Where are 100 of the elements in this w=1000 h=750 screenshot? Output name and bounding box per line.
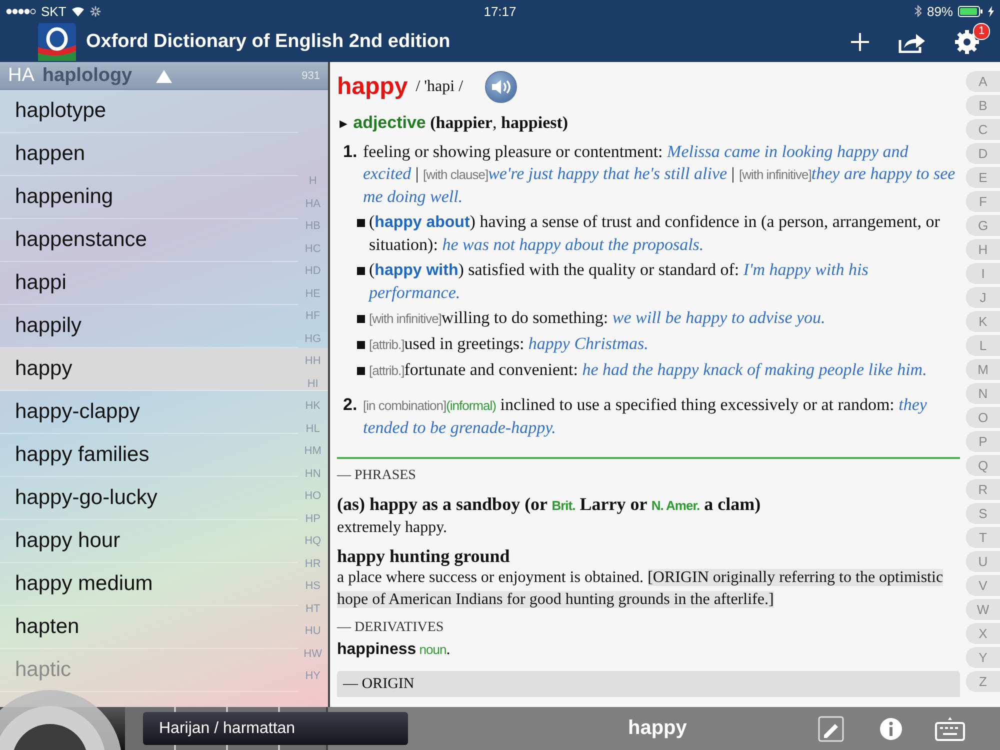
notification-badge: 1 xyxy=(973,23,990,40)
alphabet-tab[interactable]: H xyxy=(966,238,1000,260)
index-letter[interactable]: HQ xyxy=(304,530,322,552)
alphabet-tab[interactable]: M xyxy=(966,358,1000,380)
index-letter[interactable]: HT xyxy=(306,598,320,620)
wifi-icon xyxy=(71,6,86,16)
keyboard-icon[interactable] xyxy=(935,716,965,742)
index-letter[interactable]: HO xyxy=(304,485,322,508)
alphabet-tab[interactable]: J xyxy=(966,286,1000,308)
word-list-item[interactable]: happenstance xyxy=(0,219,298,262)
alphabet-tab[interactable]: D xyxy=(966,142,1000,164)
current-word: happy xyxy=(628,717,687,740)
definition-text: a place where success or enjoyment is obtained. [ORIGIN originally referring to the optimistic hope of American Indians for good hunting grounds in the afterlife.] xyxy=(337,568,944,610)
definition-text: [with infinitive]willing to do something: we will be happy to advise you. xyxy=(369,307,826,329)
part-of-speech-line: ► adjective (happier, happiest) xyxy=(337,112,570,134)
pronunciation: / 'hapi / xyxy=(416,77,464,97)
word-list-item[interactable]: happy families xyxy=(0,434,298,477)
definition-text: feeling or showing pleasure or contentment: Melissa came in looking happy and excited | [with clause]we're just happy that he's still alive | [with infinitive]they are happy to see me doing well. xyxy=(363,141,956,208)
word-list-item[interactable]: happi xyxy=(0,262,298,305)
list-word: haplology xyxy=(42,64,132,86)
battery-icon xyxy=(958,6,983,16)
alphabet-tab[interactable]: T xyxy=(966,526,1000,548)
alphabet-tab[interactable]: Q xyxy=(966,454,1000,476)
index-letter[interactable]: HE xyxy=(305,282,320,305)
alphabet-tab[interactable]: B xyxy=(966,94,1000,116)
bullet-icon xyxy=(357,341,365,349)
alphabet-tab[interactable]: I xyxy=(966,262,1000,284)
index-letter[interactable]: HD xyxy=(304,260,321,282)
definition-text: (happy with) satisfied with the quality or standard of: I'm happy with his performance. xyxy=(369,259,870,304)
alphabet-tab[interactable]: V xyxy=(966,574,1000,596)
definition-text: [in combination](informal) inclined to use a specified thing excessively or at random: they tended to be grenade-happy. xyxy=(363,394,928,439)
word-list-item[interactable]: happen xyxy=(0,133,298,176)
index-letter[interactable]: HK xyxy=(305,395,320,418)
word-list-item[interactable]: happy hour xyxy=(0,520,298,563)
index-letter[interactable]: HA xyxy=(305,192,320,215)
index-letter[interactable]: HH xyxy=(304,350,321,372)
speaker-button[interactable] xyxy=(485,71,518,103)
index-letter[interactable]: HL xyxy=(306,418,320,440)
index-letter[interactable]: HS xyxy=(305,575,320,598)
alphabet-tab[interactable]: G xyxy=(966,214,1000,236)
battery-percent: 89% xyxy=(926,4,953,18)
alphabet-tab[interactable]: W xyxy=(966,598,1000,620)
alphabet-tab[interactable]: Z xyxy=(966,670,1000,692)
section-heading: — DERIVATIVES xyxy=(337,619,445,637)
logo-icon xyxy=(38,23,76,61)
word-list-item[interactable]: happy-clappy xyxy=(0,391,298,434)
index-letter[interactable]: HP xyxy=(305,508,320,530)
phrase-headword: happy hunting ground xyxy=(337,545,511,567)
index-letter[interactable]: HC xyxy=(304,238,321,260)
info-icon[interactable] xyxy=(879,716,903,740)
scrub-tooltip: Harijan / harmattan xyxy=(143,712,408,745)
definition-text: [attrib.]fortunate and convenient: he had the happy knack of making people like him. xyxy=(369,359,928,381)
alphabet-tab[interactable]: K xyxy=(966,310,1000,332)
index-letter[interactable]: HB xyxy=(305,215,320,238)
bullet-icon xyxy=(357,367,365,375)
definition-text: happiness noun. xyxy=(337,640,452,660)
share-icon[interactable] xyxy=(898,31,926,53)
alphabet-tab[interactable]: A xyxy=(966,71,1000,92)
app-title: Oxford Dictionary of English 2nd edition xyxy=(86,31,450,53)
definition-text: extremely happy. xyxy=(337,518,448,538)
alphabet-tab[interactable]: X xyxy=(966,622,1000,644)
add-icon[interactable] xyxy=(850,32,870,52)
up-triangle-icon[interactable] xyxy=(156,70,172,83)
index-letter[interactable]: HG xyxy=(304,328,322,350)
index-letter[interactable]: HN xyxy=(304,462,321,485)
word-list-item[interactable]: happy medium xyxy=(0,563,298,606)
eraser-icon[interactable] xyxy=(818,716,844,742)
headword: happy xyxy=(337,76,408,98)
alphabet-tab[interactable]: P xyxy=(966,430,1000,452)
index-letter[interactable]: H xyxy=(308,170,317,192)
alphabet-tab[interactable]: U xyxy=(966,550,1000,572)
bullet-icon xyxy=(357,267,365,275)
alphabet-tab[interactable]: Y xyxy=(966,646,1000,668)
word-list-item[interactable]: haplotype xyxy=(0,90,298,133)
alphabet-tab[interactable]: N xyxy=(966,382,1000,404)
bluetooth-icon xyxy=(914,5,922,17)
speaker-icon xyxy=(490,78,512,96)
section-heading: — ORIGIN xyxy=(337,671,960,697)
index-letter[interactable]: HU xyxy=(304,620,321,642)
alphabet-tab[interactable]: R xyxy=(966,478,1000,500)
index-letter[interactable]: HY xyxy=(305,665,320,688)
alphabet-tab[interactable]: O xyxy=(966,406,1000,428)
index-letter[interactable]: HM xyxy=(304,440,322,462)
index-letter[interactable]: HF xyxy=(306,305,320,328)
alphabet-tab[interactable]: C xyxy=(966,118,1000,140)
sense-number: 1. xyxy=(343,141,358,163)
alphabet-tab[interactable]: E xyxy=(966,166,1000,188)
bullet-icon xyxy=(357,219,365,227)
word-list-item[interactable]: happy-go-lucky xyxy=(0,477,298,520)
word-list-item[interactable]: hapten xyxy=(0,606,298,649)
alphabet-tab[interactable]: F xyxy=(966,190,1000,212)
charging-icon xyxy=(988,6,994,16)
phrase-headword: (as) happy as a sandboy (or Brit. Larry or N. Amer. a clam) xyxy=(337,493,762,516)
definition-text: (happy about) having a sense of trust and confidence in (a person, arrangement, or situation): he was not happy about the proposals. xyxy=(369,211,941,256)
alphabet-tab[interactable]: L xyxy=(966,334,1000,356)
index-letter[interactable]: HW xyxy=(304,642,322,665)
index-letter[interactable]: HR xyxy=(304,552,321,575)
alphabet-tab[interactable]: S xyxy=(966,502,1000,524)
word-list-item[interactable]: happening xyxy=(0,176,298,219)
section-letters: HA xyxy=(8,64,34,86)
